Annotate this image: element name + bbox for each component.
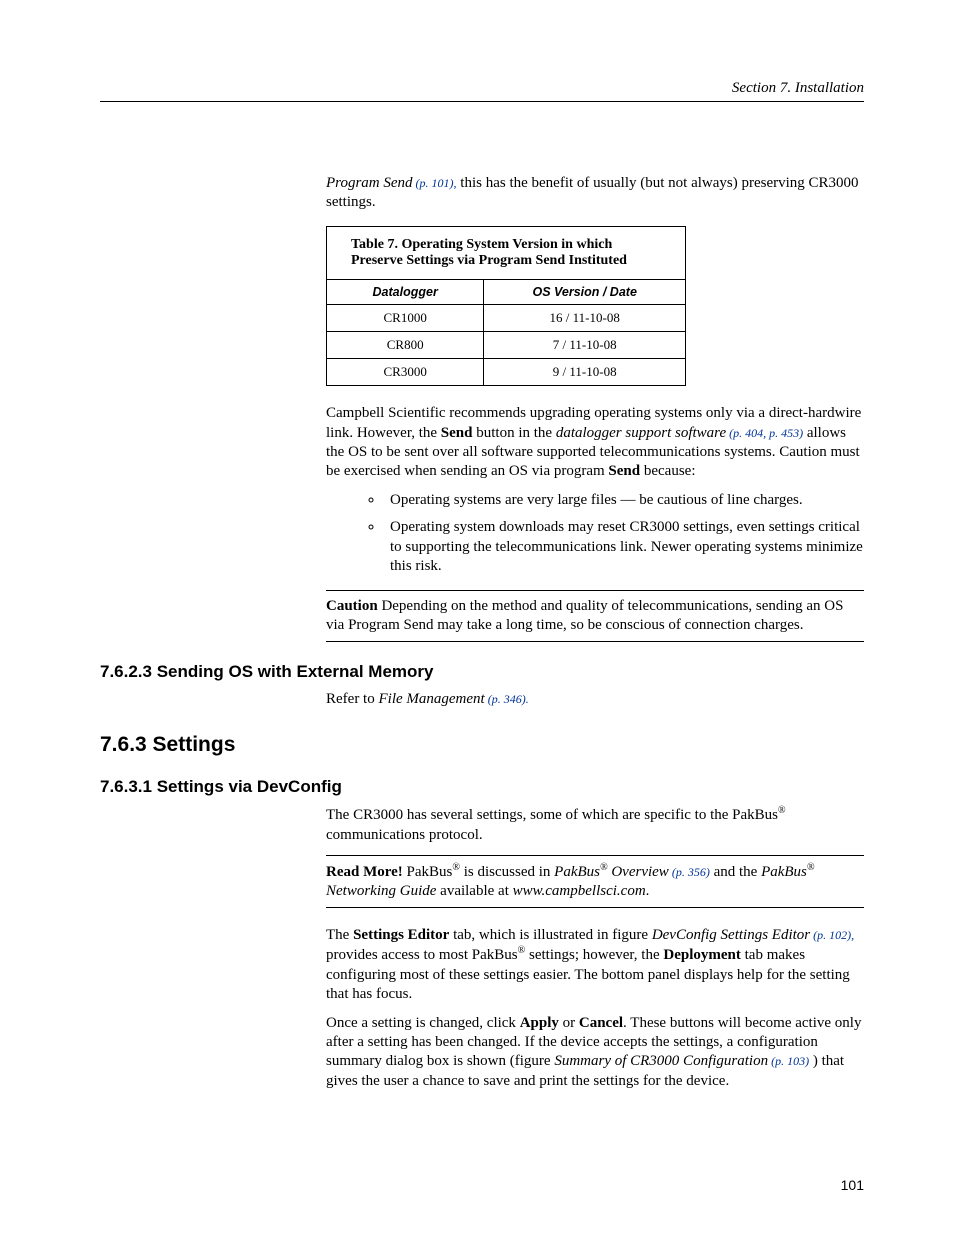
cell: CR800 [327, 332, 484, 359]
link-p102[interactable]: (p. 102), [810, 928, 854, 942]
caution-label: Caution [326, 598, 378, 614]
cell: 9 / 11-10-08 [484, 359, 686, 386]
running-header: Section 7. Installation [100, 80, 864, 102]
caution-text: Depending on the method and quality of t… [326, 598, 843, 633]
os-version-table: Table 7. Operating System Version in whi… [326, 226, 686, 386]
heading-7-6-2-3: 7.6.2.3 Sending OS with External Memory [100, 662, 864, 682]
page-number: 101 [841, 1177, 864, 1193]
table-title: Table 7. Operating System Version in whi… [327, 227, 686, 280]
list-item: Operating system downloads may reset CR3… [384, 518, 864, 576]
table-row: CR800 7 / 11-10-08 [327, 332, 686, 359]
caution-box: Caution Depending on the method and qual… [326, 590, 864, 642]
table-head-osversion: OS Version / Date [484, 280, 686, 305]
cell: 16 / 11-10-08 [484, 305, 686, 332]
para-recommend: Campbell Scientific recommends upgrading… [326, 404, 864, 481]
heading-7-6-3-1: 7.6.3.1 Settings via DevConfig [100, 777, 864, 797]
table-row: CR1000 16 / 11-10-08 [327, 305, 686, 332]
cell: CR3000 [327, 359, 484, 386]
para-settings-intro: The CR3000 has several settings, some of… [326, 805, 864, 844]
cell: 7 / 11-10-08 [484, 332, 686, 359]
table-row: CR3000 9 / 11-10-08 [327, 359, 686, 386]
link-p404-453[interactable]: (p. 404, p. 453) [726, 426, 803, 440]
table-head-datalogger: Datalogger [327, 280, 484, 305]
intro-paragraph: Program Send (p. 101), this has the bene… [326, 174, 864, 212]
list-item: Operating systems are very large files —… [384, 491, 864, 510]
link-p356[interactable]: (p. 356) [669, 865, 710, 879]
link-p101[interactable]: (p. 101), [413, 176, 457, 190]
read-more-box: Read More! PakBus® is discussed in PakBu… [326, 855, 864, 908]
heading-7-6-3: 7.6.3 Settings [100, 733, 864, 757]
para-file-management: Refer to File Management (p. 346). [326, 690, 864, 709]
bullet-list: Operating systems are very large files —… [326, 491, 864, 576]
link-p103[interactable]: (p. 103) [768, 1054, 809, 1068]
para-settings-editor: The Settings Editor tab, which is illust… [326, 926, 864, 1004]
cell: CR1000 [327, 305, 484, 332]
para-apply-cancel: Once a setting is changed, click Apply o… [326, 1014, 864, 1091]
intro-program-send: Program Send [326, 175, 413, 191]
link-p346[interactable]: (p. 346). [485, 692, 529, 706]
